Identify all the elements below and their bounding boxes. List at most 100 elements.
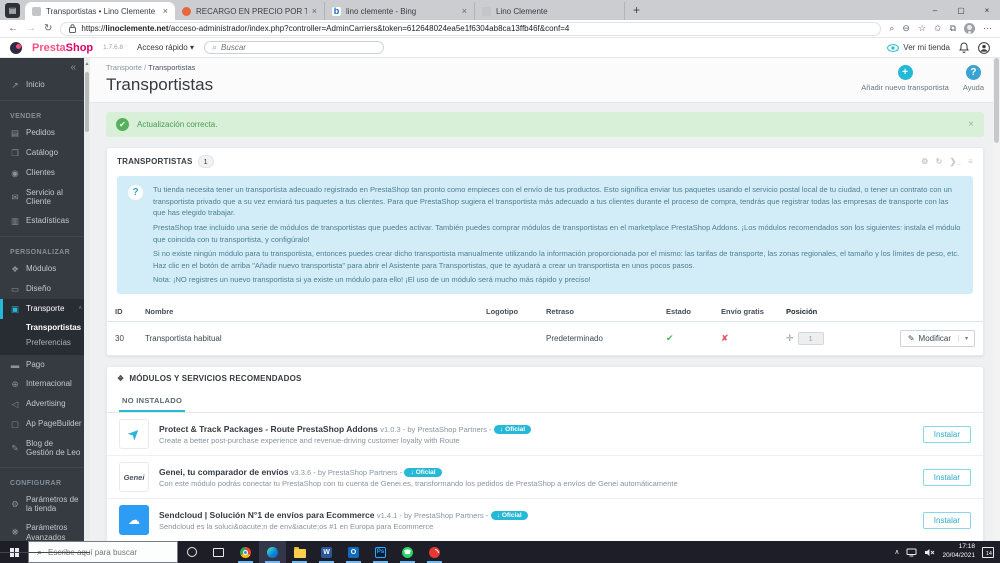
sidebar-item-inicio[interactable]: ↗ Inicio [0, 75, 90, 95]
task-view-button[interactable] [205, 541, 232, 563]
module-name[interactable]: Sendcloud | Solución N°1 de envíos para … [159, 510, 375, 520]
sidebar-item-parametros-avanzados[interactable]: ❋ Parámetros Avanzados [0, 519, 90, 547]
collections-icon[interactable]: ⧉ [950, 23, 956, 34]
add-carrier-button[interactable]: + Añadir nuevo transportista [861, 65, 949, 92]
shortcut-icon[interactable]: ❯_ [950, 157, 962, 166]
outlook-app-button[interactable]: O [340, 541, 367, 563]
modify-button[interactable]: ✎ Modificar ▾ [899, 330, 975, 347]
alert-close-icon[interactable]: × [968, 119, 974, 130]
sidebar-collapse-button[interactable]: « [0, 58, 90, 75]
breadcrumb-parent[interactable]: Transporte [106, 63, 142, 72]
col-logotipo[interactable]: Logotipo [478, 302, 538, 322]
favorite-star-icon[interactable]: ☆ [918, 23, 926, 34]
action-center-icon[interactable]: 14 [982, 546, 994, 558]
col-posicion[interactable]: Posición [778, 302, 873, 322]
zoom-icon[interactable]: ⊖ [902, 23, 910, 34]
page-scrollbar[interactable] [993, 58, 1000, 541]
free-shipping-disabled-icon[interactable]: ✘ [713, 322, 778, 356]
sidebar-item-modulos[interactable]: ❖ Módulos [0, 259, 90, 279]
sidebar-subitem-transportistas[interactable]: Transportistas [0, 320, 90, 335]
tab-no-instalado[interactable]: NO INSTALADO [119, 389, 186, 412]
sidebar-item-pagebuilder[interactable]: ▢ Ap PageBuilder [0, 414, 90, 434]
speaker-muted-icon[interactable] [924, 548, 935, 557]
network-icon[interactable] [906, 548, 917, 557]
admin-search[interactable]: ⌕ [203, 41, 384, 54]
new-tab-button[interactable]: + [633, 3, 640, 17]
address-bar[interactable]: https://linoclemente.net/acceso-administ… [60, 21, 882, 36]
browser-tab-active[interactable]: Transportistas • Lino Clemente × [25, 2, 175, 20]
status-enabled-icon[interactable]: ✔ [658, 322, 713, 356]
sidebar-item-servicio-cliente[interactable]: ✉ Servicio al Cliente [0, 183, 90, 211]
module-name[interactable]: Genei, tu comparador de envíos [159, 467, 288, 477]
cortana-button[interactable] [178, 541, 205, 563]
sidebar-item-advertising[interactable]: ◁ Advertising [0, 394, 90, 414]
file-explorer-button[interactable] [286, 541, 313, 563]
tab-close-icon[interactable]: × [312, 6, 317, 16]
task-view-icon [213, 547, 224, 557]
install-button[interactable]: Instalar [922, 425, 971, 443]
carrier-row[interactable]: 30 Transportista habitual Predeterminado… [107, 322, 983, 356]
browser-tab[interactable]: RECARGO EN PRECIO POR TALL... × [175, 2, 325, 20]
drag-handle-icon[interactable]: ✛ [786, 333, 794, 343]
url-path: /acceso-administrador/index.php?controll… [168, 24, 570, 33]
show-hidden-icons[interactable]: ∧ [894, 548, 899, 556]
scrollbar-thumb[interactable] [994, 58, 999, 143]
browser-tab[interactable]: b lino clemente - Bing × [325, 2, 475, 20]
help-button[interactable]: ? Ayuda [963, 65, 984, 92]
sidebar-item-pago[interactable]: ▬ Pago [0, 355, 90, 374]
refresh-icon[interactable]: ↻ [936, 157, 943, 166]
tab-close-icon[interactable]: × [462, 6, 467, 16]
tab-actions-icon[interactable]: ▤ [5, 3, 20, 18]
browser-tab[interactable]: Lino Clemente [475, 2, 625, 20]
refresh-icon[interactable]: ↻ [44, 23, 52, 34]
view-shop-link[interactable]: Ver mi tienda [887, 43, 950, 52]
forward-icon[interactable]: → [26, 23, 36, 34]
edge-app-button[interactable] [259, 541, 286, 563]
col-envio-gratis[interactable]: Envío gratis [713, 302, 778, 322]
word-app-button[interactable]: W [313, 541, 340, 563]
install-button[interactable]: Instalar [922, 468, 971, 486]
module-name[interactable]: Protect & Track Packages - Route PrestaS… [159, 424, 378, 434]
col-estado[interactable]: Estado [658, 302, 713, 322]
bell-icon[interactable] [959, 42, 969, 53]
quick-access-dropdown[interactable]: Acceso rápido ▾ [137, 43, 194, 52]
chrome-app-button[interactable] [232, 541, 259, 563]
sidebar-item-diseno[interactable]: ▭ Diseño [0, 279, 90, 299]
prestashop-logo[interactable]: PrestaShop [32, 42, 93, 54]
sidebar-scrollbar[interactable]: ▲ [84, 58, 90, 541]
layers-icon[interactable]: ≡ [968, 157, 973, 166]
scrollbar-thumb[interactable] [85, 72, 89, 132]
red-circle-app-button[interactable] [421, 541, 448, 563]
chevron-down-icon[interactable]: ▾ [957, 335, 974, 342]
account-icon[interactable] [978, 41, 990, 54]
minimize-button[interactable]: – [922, 0, 948, 20]
sidebar-item-parametros-tienda[interactable]: ⚙ Parámetros de la tienda [0, 490, 90, 518]
tab-close-icon[interactable]: × [163, 6, 168, 16]
search-icon: ⌕ [211, 42, 218, 52]
sidebar-subitem-preferencias[interactable]: Preferencias [0, 335, 90, 350]
sidebar-item-estadisticas[interactable]: ▥ Estadísticas [0, 211, 90, 231]
sidebar-item-pedidos[interactable]: ▤ Pedidos [0, 123, 90, 143]
maximize-button[interactable]: ▢ [948, 0, 974, 20]
sidebar-item-transporte[interactable]: ▣ Transporte ˄ [0, 299, 90, 320]
sidebar-item-internacional[interactable]: ⊕ Internacional [0, 374, 90, 394]
photoshop-app-button[interactable]: Ps [367, 541, 394, 563]
browser-profile-avatar[interactable] [964, 23, 975, 34]
taskbar-clock[interactable]: 17:18 20/04/2021 [942, 543, 975, 561]
whatsapp-app-button[interactable]: ☎ [394, 541, 421, 563]
position-input[interactable] [797, 332, 824, 345]
browser-menu-icon[interactable]: ⋯ [983, 23, 992, 34]
col-retraso[interactable]: Retraso [538, 302, 658, 322]
sidebar-item-catalogo[interactable]: ❒ Catálogo [0, 143, 90, 163]
gear-icon[interactable]: ⚙ [921, 157, 928, 166]
search-icon[interactable]: ⌕ [889, 23, 894, 34]
admin-search-input[interactable] [221, 43, 376, 52]
favorites-list-icon[interactable]: ✩ [934, 23, 942, 34]
col-id[interactable]: ID [107, 302, 137, 322]
install-button[interactable]: Instalar [922, 511, 971, 529]
sidebar-item-clientes[interactable]: ◉ Clientes [0, 163, 90, 183]
close-button[interactable]: × [974, 0, 1000, 20]
back-icon[interactable]: ← [8, 23, 18, 34]
sidebar-item-blog[interactable]: ✎ Blog de Gestión de Leo [0, 434, 90, 462]
col-nombre[interactable]: Nombre [137, 302, 478, 322]
